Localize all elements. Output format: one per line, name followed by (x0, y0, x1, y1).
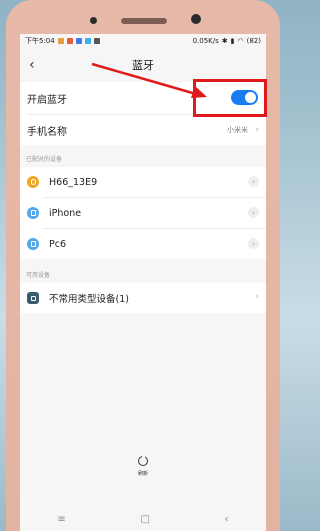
annotation-arrow (91, 62, 207, 98)
